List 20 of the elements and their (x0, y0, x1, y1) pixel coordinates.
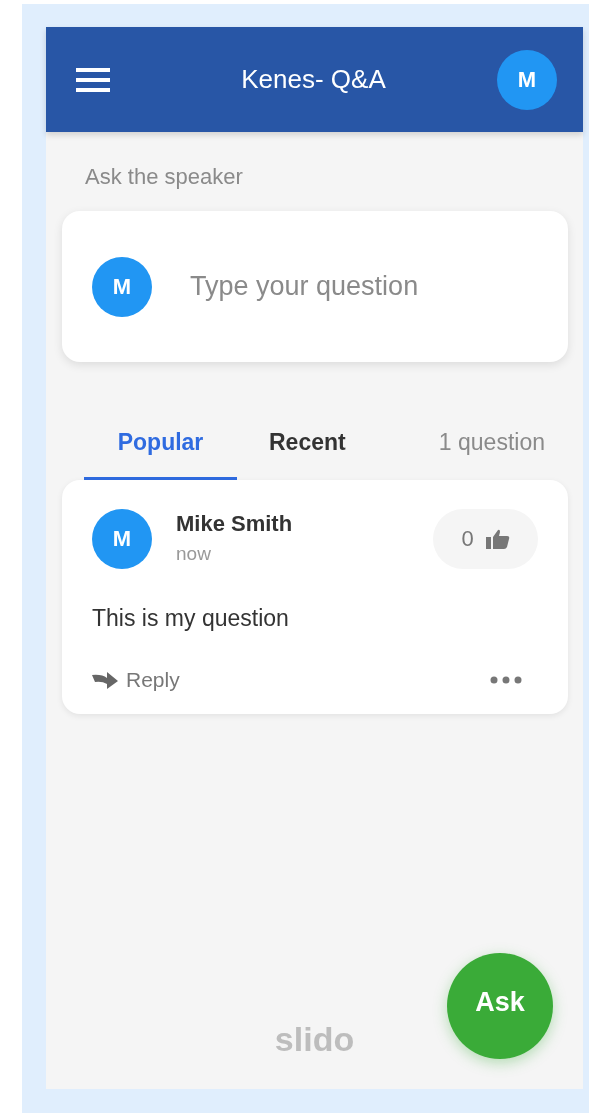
timestamp: now (176, 543, 212, 565)
question-input-field[interactable]: Type your question (190, 267, 568, 306)
event-title: Kenes- Q&A (240, 64, 387, 95)
question-text: This is my question (92, 605, 290, 632)
more-icon[interactable] (490, 676, 522, 684)
reply-button[interactable]: Reply (92, 668, 180, 692)
ask-button[interactable]: Ask (447, 953, 553, 1059)
menu-icon[interactable] (76, 67, 110, 92)
slido-logo: slido (274, 1020, 355, 1059)
user-avatar: M (92, 256, 152, 317)
user-avatar[interactable]: M (497, 49, 557, 110)
question-input-card[interactable]: M Type your question (62, 211, 568, 362)
reply-arrow-icon (92, 671, 118, 689)
like-button[interactable]: 0 (433, 509, 538, 569)
author-avatar: M (92, 509, 152, 569)
question-count: 1 question (438, 428, 545, 457)
tab[interactable]: Recent (247, 408, 368, 480)
section-label: Ask the speaker (85, 164, 244, 190)
author-name: Mike Smith (176, 511, 294, 537)
thumbs-up-icon (485, 529, 510, 549)
